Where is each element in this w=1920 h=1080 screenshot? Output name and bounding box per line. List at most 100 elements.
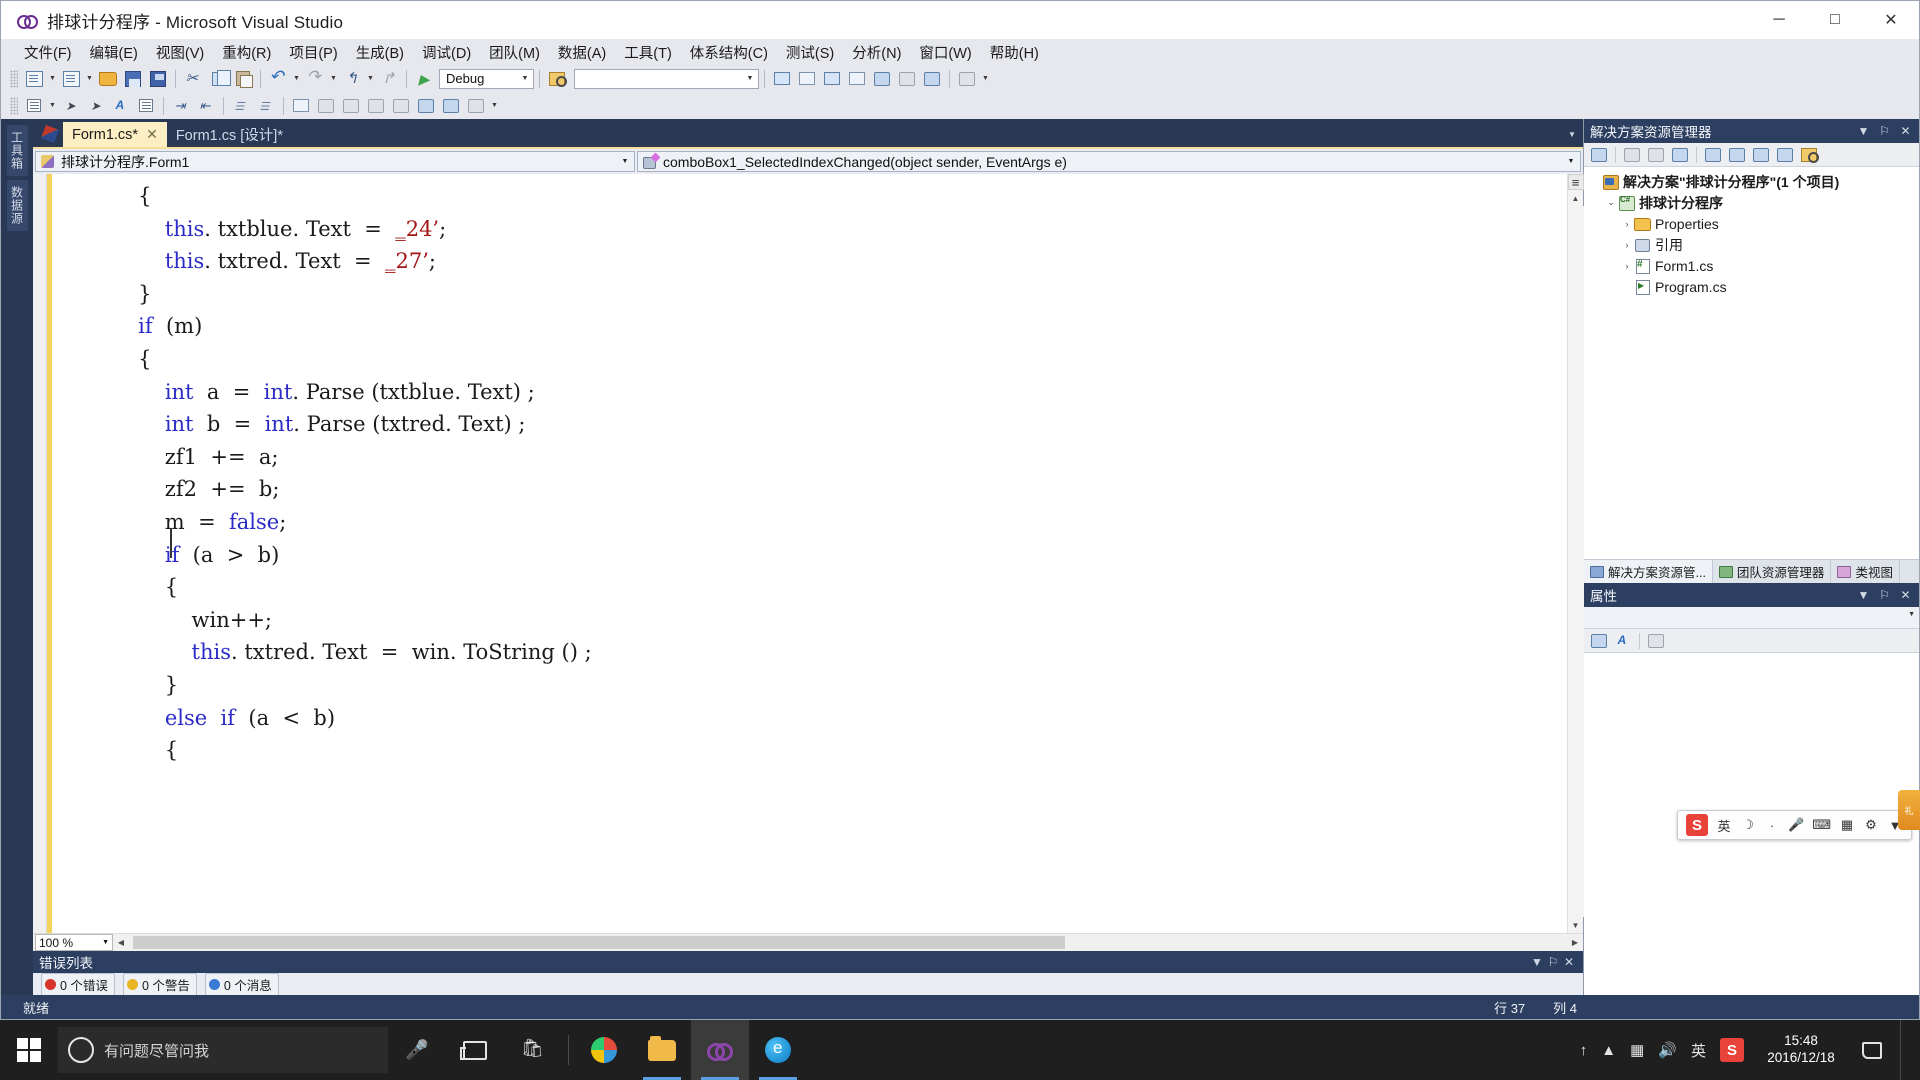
increase-indent-icon[interactable] — [169, 95, 193, 117]
file-explorer-button[interactable] — [633, 1020, 691, 1080]
tree-item[interactable]: › Properties — [1588, 213, 1919, 234]
menu-view[interactable]: 视图(V) — [147, 39, 213, 66]
menu-test[interactable]: 测试(S) — [777, 39, 843, 66]
navigate-dropdown-icon[interactable]: ▼ — [365, 68, 376, 90]
close-button[interactable]: ✕ — [1863, 1, 1919, 39]
menu-analyze[interactable]: 分析(N) — [843, 39, 910, 66]
team-explorer-icon[interactable] — [895, 68, 919, 90]
class-view-icon[interactable] — [920, 68, 944, 90]
back-icon[interactable] — [1621, 145, 1643, 165]
toolbar-overflow-icon[interactable]: ▼ — [980, 68, 991, 90]
chevron-down-icon[interactable]: ▼ — [1564, 152, 1578, 171]
expander-icon[interactable]: › — [1620, 219, 1634, 229]
chevron-down-icon[interactable]: ▼ — [517, 70, 533, 88]
tree-item[interactable]: ⌄ 排球计分程序 — [1588, 192, 1919, 213]
tab-solution-explorer[interactable]: 解决方案资源管... — [1584, 560, 1713, 583]
solution-explorer-icon[interactable] — [770, 68, 794, 90]
home-icon[interactable] — [1588, 145, 1610, 165]
menu-project[interactable]: 项目(P) — [280, 39, 346, 66]
display-windows-dropdown-icon[interactable]: ▼ — [47, 95, 58, 117]
scroll-down-icon[interactable]: ▼ — [1568, 917, 1584, 933]
visual-studio-button[interactable] — [691, 1020, 749, 1080]
menu-tools[interactable]: 工具(T) — [615, 39, 681, 66]
chevron-down-icon[interactable]: ▼ — [1908, 611, 1915, 618]
paint-button[interactable] — [575, 1020, 633, 1080]
expander-icon[interactable]: › — [1620, 261, 1634, 271]
toolbar-grip[interactable] — [10, 96, 18, 115]
redo-icon[interactable] — [303, 67, 327, 90]
close-icon[interactable]: ✕ — [1898, 124, 1913, 138]
solution-configuration-combo[interactable]: Debug ▼ — [439, 68, 534, 89]
start-button[interactable] — [0, 1020, 58, 1080]
horizontal-scrollbar[interactable] — [129, 935, 1567, 950]
decrease-indent-icon[interactable] — [194, 95, 218, 117]
solution-tree[interactable]: 解决方案"排球计分程序"(1 个项目) ⌄ 排球计分程序 › Properties › 引用… — [1584, 167, 1919, 559]
snippet-surround-icon[interactable] — [439, 95, 463, 117]
sync-with-active-document-icon[interactable] — [1669, 145, 1691, 165]
forward-icon[interactable] — [1645, 145, 1667, 165]
show-desktop-button[interactable] — [1900, 1020, 1910, 1080]
messages-filter-button[interactable]: 0 个消息 — [204, 972, 279, 996]
menu-refactor[interactable]: 重构(R) — [213, 39, 280, 66]
tab-class-view[interactable]: 类视图 — [1831, 560, 1900, 583]
paste-icon[interactable] — [231, 68, 255, 90]
microphone-button[interactable] — [388, 1020, 446, 1080]
properties-object-combo[interactable]: ▼ — [1584, 607, 1919, 629]
extension-icon[interactable] — [955, 68, 979, 90]
pin-icon[interactable]: ⚐ — [1877, 124, 1892, 138]
chevron-down-icon[interactable]: ▼ — [742, 70, 758, 88]
scroll-left-icon[interactable]: ◀ — [113, 934, 129, 951]
maximize-button[interactable]: □ — [1807, 1, 1863, 39]
next-bookmark-icon[interactable] — [84, 95, 108, 117]
pin-icon[interactable]: ⚐ — [1545, 955, 1561, 969]
word-wrap-icon[interactable] — [134, 95, 158, 117]
tab-team-explorer[interactable]: 团队资源管理器 — [1713, 560, 1832, 583]
chevron-down-icon[interactable]: ▼ — [1856, 588, 1871, 602]
categorized-view-icon[interactable] — [1588, 631, 1610, 651]
font-size-icon[interactable] — [109, 95, 133, 117]
navigate-forward-icon[interactable] — [377, 68, 401, 90]
menu-file[interactable]: 文件(F) — [15, 39, 81, 66]
breakpoint-next-icon[interactable] — [339, 95, 363, 117]
error-list-icon[interactable] — [870, 68, 894, 90]
store-button[interactable] — [504, 1020, 562, 1080]
save-icon[interactable] — [121, 68, 145, 90]
collapse-all-icon[interactable] — [1750, 145, 1772, 165]
breakpoint-prev-icon[interactable] — [364, 95, 388, 117]
open-file-icon[interactable] — [96, 68, 120, 90]
tree-item[interactable]: 解决方案"排球计分程序"(1 个项目) — [1588, 171, 1919, 192]
notification-center-icon[interactable] — [1858, 1042, 1886, 1059]
voice-input-icon[interactable]: 🎤 — [1788, 817, 1804, 833]
network-icon[interactable]: ▦ — [1630, 1041, 1644, 1059]
start-debugging-icon[interactable] — [412, 68, 436, 90]
properties-window-icon[interactable] — [795, 68, 819, 90]
split-view-handle[interactable]: ≡ — [1567, 174, 1584, 190]
menu-team[interactable]: 团队(M) — [480, 39, 549, 66]
find-combo[interactable]: ▼ — [574, 68, 759, 89]
tab-form1-designer[interactable]: Form1.cs [设计]* — [167, 122, 292, 147]
uncomment-selection-icon[interactable] — [254, 95, 278, 117]
clock[interactable]: 15:48 2016/12/18 — [1758, 1033, 1844, 1067]
close-icon[interactable]: ✕ — [1561, 955, 1577, 969]
properties-view-icon[interactable] — [1645, 631, 1667, 651]
cut-icon[interactable] — [181, 68, 205, 90]
volume-icon[interactable]: 🔊 — [1658, 1041, 1677, 1059]
navigate-backward-icon[interactable] — [340, 68, 364, 90]
member-dropdown[interactable]: comboBox1_SelectedIndexChanged(object se… — [637, 151, 1581, 172]
menu-edit[interactable]: 编辑(E) — [81, 39, 147, 66]
menu-data[interactable]: 数据(A) — [549, 39, 615, 66]
tab-list-dropdown-icon[interactable]: ▼ — [1561, 122, 1583, 147]
soft-keyboard-icon[interactable]: ⌨ — [1812, 817, 1831, 833]
collapse-region-icon[interactable] — [289, 95, 313, 117]
chevron-down-icon[interactable]: ▼ — [1856, 124, 1871, 138]
class-dropdown[interactable]: 排球计分程序.Form1 ▼ — [35, 151, 635, 172]
menu-help[interactable]: 帮助(H) — [981, 39, 1048, 66]
ime-toolbar[interactable]: S 英 ☽ · 🎤 ⌨ ▦ ⚙ ▼ — [1677, 810, 1912, 840]
moon-icon[interactable]: ☽ — [1740, 817, 1756, 833]
scroll-right-icon[interactable]: ▶ — [1567, 934, 1583, 951]
toolbox-icon[interactable] — [845, 68, 869, 90]
tree-item[interactable]: › Form1.cs — [1588, 255, 1919, 276]
tab-form1-cs[interactable]: Form1.cs* ✕ — [63, 122, 167, 147]
zoom-control[interactable]: 100 % ▼ — [35, 934, 113, 951]
object-browser-icon[interactable] — [820, 68, 844, 90]
